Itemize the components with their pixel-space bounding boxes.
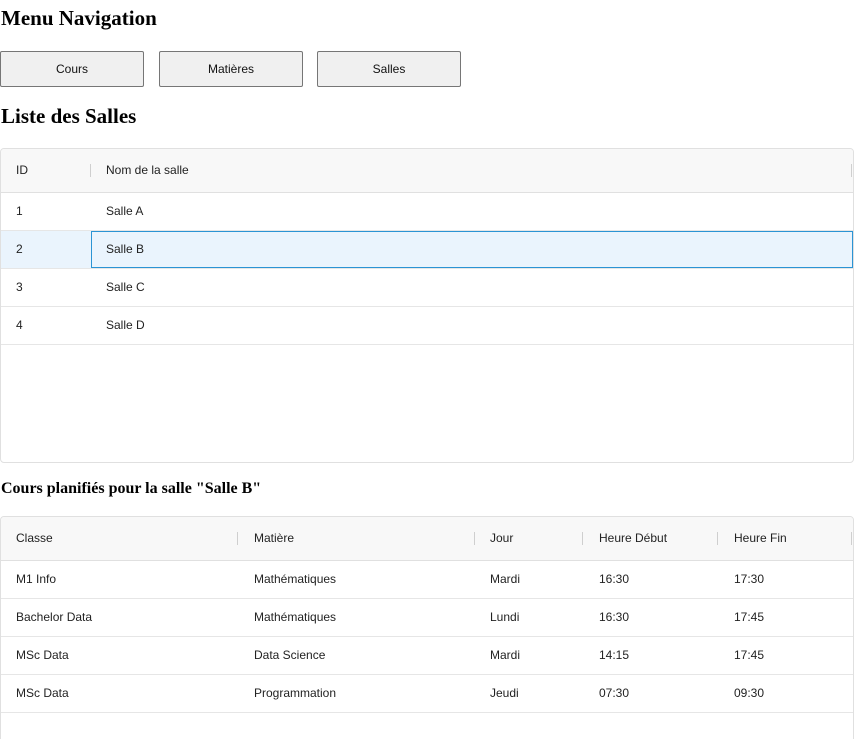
column-resize-handle[interactable] [474, 532, 475, 545]
column-resize-handle[interactable] [851, 164, 852, 177]
salle-row[interactable]: 4 Salle D [1, 307, 853, 345]
menu-title: Menu Navigation [1, 6, 157, 30]
column-header-heure-fin[interactable]: Heure Fin [734, 517, 787, 560]
jour-cell[interactable]: Mardi [490, 637, 520, 674]
classe-cell[interactable]: MSc Data [16, 675, 69, 712]
heure-debut-cell[interactable]: 14:15 [599, 637, 629, 674]
salle-name-cell[interactable]: Salle B [106, 231, 144, 268]
course-row[interactable]: Bachelor Data Mathématiques Lundi 16:30 … [1, 599, 853, 637]
course-row[interactable]: MSc Data Data Science Mardi 14:15 17:45 [1, 637, 853, 675]
course-row[interactable]: M1 Info Mathématiques Mardi 16:30 17:30 [1, 561, 853, 599]
matiere-cell[interactable]: Mathématiques [254, 599, 336, 636]
matieres-button[interactable]: Matières [159, 51, 303, 87]
course-row[interactable]: MSc Data Programmation Jeudi 07:30 09:30 [1, 675, 853, 713]
salles-button[interactable]: Salles [317, 51, 461, 87]
jour-cell[interactable]: Mardi [490, 561, 520, 598]
salle-row[interactable]: 3 Salle C [1, 269, 853, 307]
column-header-classe[interactable]: Classe [16, 517, 53, 560]
heure-fin-cell[interactable]: 09:30 [734, 675, 764, 712]
column-resize-handle[interactable] [90, 164, 91, 177]
salle-row[interactable]: 1 Salle A [1, 193, 853, 231]
matiere-cell[interactable]: Programmation [254, 675, 336, 712]
salles-grid-header: ID Nom de la salle [1, 149, 853, 193]
column-header-jour[interactable]: Jour [490, 517, 513, 560]
cell-selection-outline [91, 231, 853, 268]
salle-row-selected[interactable]: 2 Salle B [1, 231, 853, 269]
salle-id-cell[interactable]: 2 [16, 231, 23, 268]
matiere-cell[interactable]: Data Science [254, 637, 325, 674]
column-resize-handle[interactable] [851, 532, 852, 545]
salle-name-cell[interactable]: Salle D [106, 307, 145, 344]
classe-cell[interactable]: Bachelor Data [16, 599, 92, 636]
column-header-matiere[interactable]: Matière [254, 517, 294, 560]
salle-id-cell[interactable]: 3 [16, 269, 23, 306]
column-header-heure-debut[interactable]: Heure Début [599, 517, 667, 560]
salles-grid: ID Nom de la salle 1 Salle A 2 Salle B 3… [0, 148, 854, 463]
heure-debut-cell[interactable]: 16:30 [599, 599, 629, 636]
salle-id-cell[interactable]: 1 [16, 193, 23, 230]
salle-name-cell[interactable]: Salle C [106, 269, 145, 306]
salles-title: Liste des Salles [1, 104, 137, 128]
cours-button[interactable]: Cours [0, 51, 144, 87]
jour-cell[interactable]: Jeudi [490, 675, 519, 712]
heure-debut-cell[interactable]: 16:30 [599, 561, 629, 598]
column-resize-handle[interactable] [717, 532, 718, 545]
heure-fin-cell[interactable]: 17:45 [734, 637, 764, 674]
heure-fin-cell[interactable]: 17:45 [734, 599, 764, 636]
courses-grid-header: Classe Matière Jour Heure Début Heure Fi… [1, 517, 853, 561]
jour-cell[interactable]: Lundi [490, 599, 519, 636]
courses-grid: Classe Matière Jour Heure Début Heure Fi… [0, 516, 854, 739]
column-resize-handle[interactable] [582, 532, 583, 545]
column-resize-handle[interactable] [237, 532, 238, 545]
classe-cell[interactable]: M1 Info [16, 561, 56, 598]
column-header-nom-salle[interactable]: Nom de la salle [106, 149, 189, 192]
heure-fin-cell[interactable]: 17:30 [734, 561, 764, 598]
courses-title: Cours planifiés pour la salle "Salle B" [1, 480, 262, 497]
column-header-id[interactable]: ID [16, 149, 28, 192]
salle-name-cell[interactable]: Salle A [106, 193, 143, 230]
heure-debut-cell[interactable]: 07:30 [599, 675, 629, 712]
salle-id-cell[interactable]: 4 [16, 307, 23, 344]
matiere-cell[interactable]: Mathématiques [254, 561, 336, 598]
classe-cell[interactable]: MSc Data [16, 637, 69, 674]
